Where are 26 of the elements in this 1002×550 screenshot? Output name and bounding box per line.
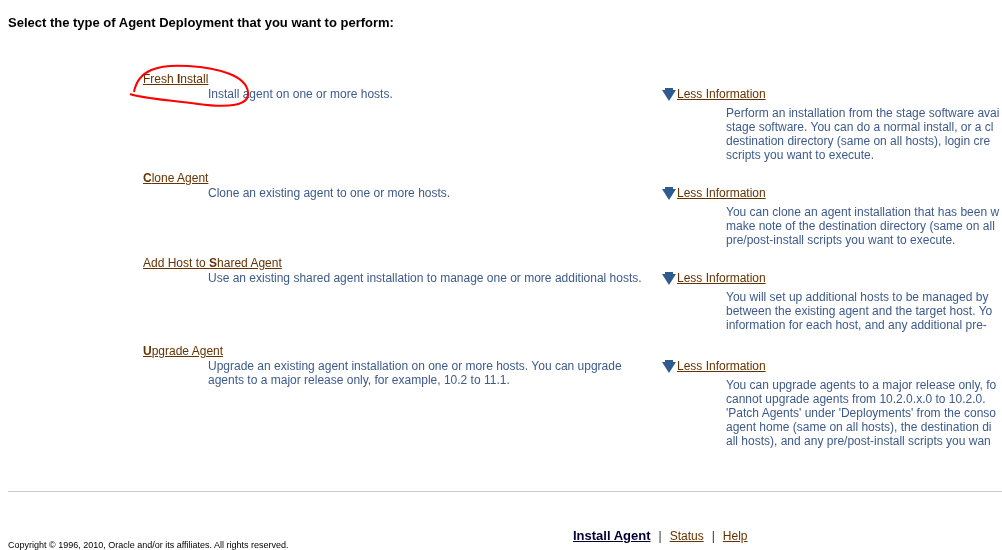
triangle-down-icon[interactable]: [662, 187, 676, 200]
option-description: Use an existing shared agent installation to manage one or more additional hosts.: [208, 271, 642, 285]
separator: |: [711, 527, 715, 545]
option-description: Clone an existing agent to one or more hosts.: [208, 186, 451, 200]
less-information-link[interactable]: Less Information: [677, 359, 766, 373]
less-information-link[interactable]: Less Information: [677, 271, 766, 285]
option-link[interactable]: Add Host to Shared Agent: [143, 256, 282, 271]
option-link[interactable]: Clone Agent: [143, 171, 209, 186]
information-text: You will set up additional hosts to be managed by between the existing agent and the target host. Yo information for each host, and any additional pre-: [726, 290, 993, 332]
triangle-down-icon[interactable]: [662, 360, 676, 373]
option-link[interactable]: Fresh Install: [143, 72, 209, 87]
copyright-text: Copyright © 1996, 2010, Oracle and/or its affiliates. All rights reserved.: [8, 540, 289, 550]
footer-link[interactable]: Status: [669, 526, 704, 545]
footer-link[interactable]: Help: [722, 526, 748, 545]
less-information-link[interactable]: Less Information: [677, 186, 766, 200]
information-text: Perform an installation from the stage software avai stage software. You can do a normal install, or a cl destination directory (same on all hosts), login cre scripts you want to execute.: [726, 106, 1000, 162]
information-text: You can upgrade agents to a major release only, fo cannot upgrade agents from 10.2.0.x.0 to 10.2.0. 'Patch Agents' under 'Deployments' from the conso agent home (same on all hosts), the destination di all hosts), and any pre/post-install scripts you wan: [726, 378, 997, 448]
footer-link[interactable]: Install Agent: [573, 526, 651, 546]
triangle-down-icon[interactable]: [662, 88, 676, 101]
page-heading: Select the type of Agent Deployment that you want to perform:: [8, 14, 394, 32]
information-text: You can clone an agent installation that has been w make note of the destination directory (same on all pre/post-install scripts you want to execute.: [726, 205, 1000, 247]
triangle-down-icon[interactable]: [662, 272, 676, 285]
option-link[interactable]: Upgrade Agent: [143, 344, 224, 359]
less-information-link[interactable]: Less Information: [677, 87, 766, 101]
separator: |: [658, 527, 662, 545]
option-description: Upgrade an existing agent installation on one or more hosts. You can upgrade agents to a major release only, for example, 10.2 to 11.1.: [208, 359, 622, 387]
